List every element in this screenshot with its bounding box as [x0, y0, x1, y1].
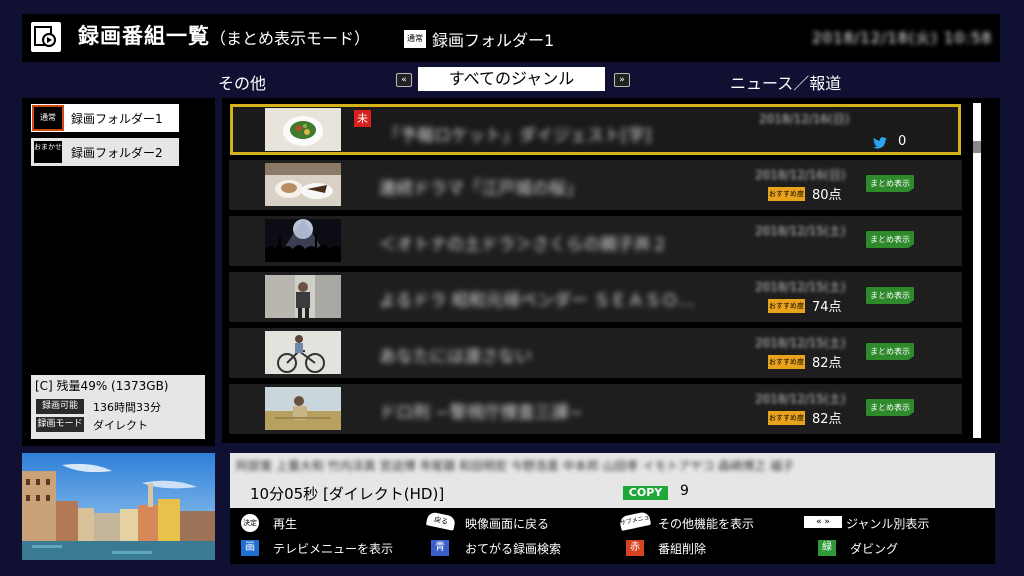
- program-date: 2018/12/15(土): [755, 336, 846, 350]
- program-detail: 阿部寛 上重大和 竹内涼真 宮迫博 寺尾聰 和田明宏 今野浩喜 中本邦 山田孝 …: [230, 453, 995, 508]
- recommend-score: 82点: [812, 356, 842, 371]
- folder-label: 録画フォルダー1: [71, 112, 163, 126]
- recommend-badge: おすすめ度: [768, 187, 805, 201]
- copy-count: 9: [680, 483, 689, 499]
- help-play-label: 再生: [273, 517, 298, 531]
- blue-button-icon: 青: [431, 540, 449, 556]
- folder-item-2[interactable]: おまかせ 録画フォルダー2: [31, 138, 179, 166]
- folder-item-1[interactable]: 通常 録画フォルダー1: [31, 104, 179, 132]
- rec-mode-tag: 録画モード: [36, 417, 84, 432]
- list-item[interactable]: 連続ドラマ「江戸城の桜」 2018/12/16(日) おすすめ度 80点 まとめ…: [229, 160, 962, 210]
- program-title: ＜オトナの土ドラ＞さくらの親子丼２: [379, 235, 668, 255]
- folder-label: 録画フォルダー2: [71, 146, 163, 160]
- genre-current-tab[interactable]: すべてのジャンル: [418, 67, 605, 91]
- recommend-badge: おすすめ度: [768, 355, 805, 369]
- unseen-badge: 未: [354, 110, 371, 127]
- program-duration: 10分05秒 [ダイレクト(HD)]: [250, 485, 445, 503]
- list-item[interactable]: あなたには渡さない 2018/12/15(土) おすすめ度 82点 まとめ表示: [229, 328, 962, 378]
- recording-list-icon: [31, 22, 61, 52]
- program-title: 「予報ロケット」ダイジェスト[字]: [383, 126, 652, 146]
- help-back-label: 映像画面に戻る: [465, 517, 550, 531]
- program-title: ドロ刑 −警視庁捜査三課−: [379, 403, 583, 423]
- storage-info: [C] 残量49% (1373GB) 録画可能 136時間33分 録画モード ダ…: [31, 375, 205, 439]
- back-button-icon: 戻る: [425, 511, 457, 531]
- program-title: よるドラ 昭和元禄ペンダー ＳＥＡＳＯ…: [379, 291, 696, 311]
- thumbnail-concert: [265, 219, 341, 262]
- program-date: 2018/12/16(日): [759, 112, 850, 126]
- copy-badge: COPY: [623, 486, 668, 500]
- scrollbar-thumb[interactable]: [973, 141, 981, 153]
- video-preview: [22, 453, 215, 560]
- twitter-count: 0: [898, 134, 907, 149]
- twitter-icon: [873, 137, 887, 149]
- genre-next-label[interactable]: ニュース／報道: [730, 70, 841, 94]
- help-other-label: その他機能を表示: [658, 517, 755, 531]
- green-button-icon: 緑: [818, 540, 836, 556]
- genre-prev-arrow-icon[interactable]: «: [396, 73, 412, 87]
- genre-next-arrow-icon[interactable]: »: [614, 73, 630, 87]
- help-tvmenu-label: テレビメニューを表示: [273, 542, 394, 556]
- current-folder-name: 録画フォルダー1: [432, 31, 555, 50]
- program-title: あなたには渡さない: [379, 347, 532, 367]
- summary-view-button[interactable]: まとめ表示: [866, 399, 914, 416]
- list-item[interactable]: ＜オトナの土ドラ＞さくらの親子丼２ 2018/12/15(土) まとめ表示: [229, 216, 962, 266]
- program-date: 2018/12/16(日): [755, 168, 846, 182]
- help-blue-label: おてがる録画検索: [465, 542, 562, 556]
- summary-view-button[interactable]: まとめ表示: [866, 287, 914, 304]
- help-green-label: ダビング: [850, 542, 899, 556]
- thumbnail-bicycle: [265, 331, 341, 374]
- recommend-score: 82点: [812, 412, 842, 427]
- program-date: 2018/12/15(土): [755, 224, 846, 238]
- program-title: 連続ドラマ「江戸城の桜」: [379, 179, 583, 199]
- rec-mode-value: ダイレクト: [93, 419, 148, 432]
- storage-remaining: [C] 残量49% (1373GB): [35, 379, 169, 393]
- list-item[interactable]: ドロ刑 −警視庁捜査三課− 2018/12/15(土) おすすめ度 82点 まと…: [229, 384, 962, 434]
- list-item[interactable]: 未 「予報ロケット」ダイジェスト[字] 2018/12/16(日) 0: [230, 104, 961, 155]
- genre-arrows-icon: « »: [804, 516, 842, 528]
- recommend-badge: おすすめ度: [768, 411, 805, 425]
- summary-view-button[interactable]: まとめ表示: [866, 175, 914, 192]
- recommend-badge: おすすめ度: [768, 299, 805, 313]
- submenu-button-icon: サブメニュー: [618, 511, 652, 538]
- program-date: 2018/12/15(土): [755, 392, 846, 406]
- current-datetime: 2018/12/18(火) 10:58: [812, 29, 993, 47]
- page-title: 録画番組一覧: [78, 24, 210, 48]
- thumbnail-man-walking: [265, 275, 341, 318]
- list-scrollbar[interactable]: [973, 103, 981, 438]
- folder-type-badge: 通常: [404, 30, 426, 48]
- program-date: 2018/12/15(土): [755, 280, 846, 294]
- thumbnail-field: [265, 387, 341, 430]
- tv-menu-icon: 画: [241, 540, 259, 556]
- summary-view-button[interactable]: まとめ表示: [866, 231, 914, 248]
- genre-prev-label[interactable]: その他: [218, 70, 266, 94]
- rec-available-tag: 録画可能: [36, 399, 84, 414]
- recording-list: 未 「予報ロケット」ダイジェスト[字] 2018/12/16(日) 0 連続ドラ…: [222, 98, 1000, 443]
- summary-view-button[interactable]: まとめ表示: [866, 343, 914, 360]
- thumbnail-salad: [265, 108, 341, 151]
- help-red-label: 番組削除: [658, 542, 707, 556]
- remote-help-bar: 決定 再生 戻る 映像画面に戻る サブメニュー その他機能を表示 « » ジャン…: [230, 508, 995, 564]
- recommend-score: 80点: [812, 188, 842, 203]
- rec-available-value: 136時間33分: [93, 401, 161, 414]
- folder-auto-icon: おまかせ: [34, 141, 62, 163]
- page-subtitle: （まとめ表示モード）: [210, 29, 371, 48]
- folder-normal-icon: 通常: [32, 105, 64, 131]
- list-item[interactable]: よるドラ 昭和元禄ペンダー ＳＥＡＳＯ… 2018/12/15(土) おすすめ度…: [229, 272, 962, 322]
- folder-panel: 通常 録画フォルダー1 おまかせ 録画フォルダー2 [C] 残量49% (137…: [22, 98, 215, 446]
- header-bar: 録画番組一覧 （まとめ表示モード） 通常 録画フォルダー1 2018/12/18…: [22, 14, 1000, 62]
- red-button-icon: 赤: [626, 540, 644, 556]
- cast-list: 阿部寛 上重大和 竹内涼真 宮迫博 寺尾聰 和田明宏 今野浩喜 中本邦 山田孝 …: [236, 459, 794, 473]
- recommend-score: 74点: [812, 300, 842, 315]
- thumbnail-cafe: [265, 163, 341, 206]
- help-genre-label: ジャンル別表示: [846, 517, 930, 531]
- enter-button-icon: 決定: [241, 514, 259, 532]
